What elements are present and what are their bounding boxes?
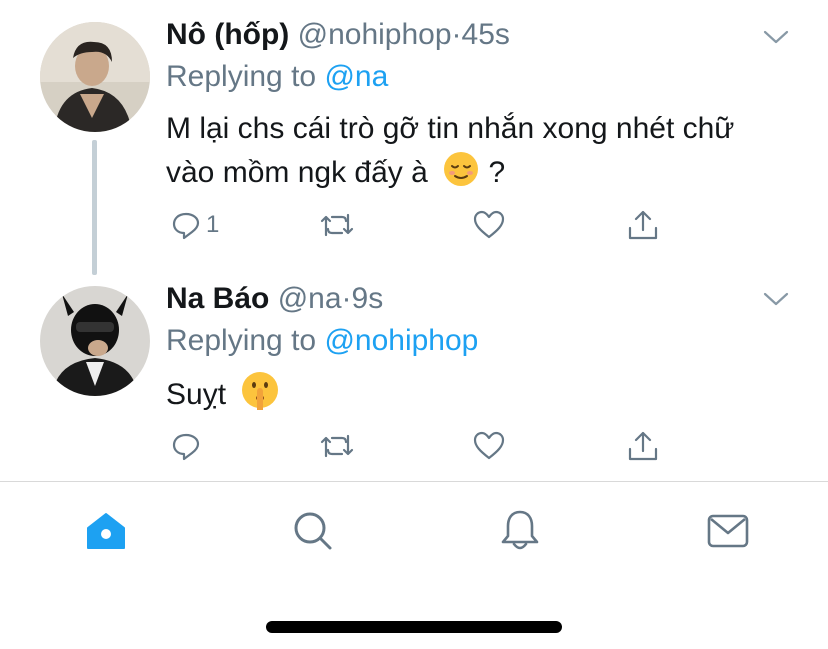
bell-icon[interactable] bbox=[498, 508, 542, 552]
reply-icon bbox=[172, 212, 200, 240]
home-indicator[interactable] bbox=[266, 621, 562, 633]
tweet-text: Suỵt bbox=[166, 370, 806, 416]
reply-count: 1 bbox=[206, 211, 220, 238]
heart-icon bbox=[473, 210, 505, 239]
replying-label: Replying to bbox=[166, 60, 325, 93]
separator-dot: · bbox=[341, 282, 352, 315]
tweet-2[interactable]: Na Báo @na·9s Replying to @nohiphop Suỵt bbox=[0, 260, 828, 480]
shushing-face-emoji-icon bbox=[242, 372, 279, 410]
replying-to: Replying to @nohiphop bbox=[166, 324, 478, 358]
tweet-actions: 1 bbox=[166, 205, 666, 245]
share-button[interactable] bbox=[626, 205, 660, 245]
search-icon[interactable] bbox=[290, 508, 334, 552]
chevron-down-icon[interactable] bbox=[762, 28, 790, 46]
tweet-text-line: M lại chs cái trò gỡ tin nhắn xong nhét … bbox=[166, 112, 735, 145]
reply-button[interactable]: 1 bbox=[170, 205, 219, 245]
retweet-button[interactable] bbox=[318, 426, 356, 466]
relieved-face-emoji-icon bbox=[444, 152, 479, 186]
retweet-button[interactable] bbox=[318, 205, 356, 245]
separator-dot: · bbox=[451, 18, 462, 51]
replying-to: Replying to @na bbox=[166, 60, 388, 94]
timestamp[interactable]: 45s bbox=[462, 18, 510, 51]
reply-button[interactable] bbox=[170, 426, 206, 466]
display-name[interactable]: Nô (hốp) bbox=[166, 18, 289, 51]
tweet-actions bbox=[166, 426, 666, 466]
tweet-header: Nô (hốp) @nohiphop·45s bbox=[166, 18, 510, 52]
thread-connector bbox=[92, 140, 97, 275]
like-button[interactable] bbox=[472, 426, 506, 466]
tab-bar bbox=[0, 482, 828, 582]
reply-icon bbox=[172, 433, 200, 461]
share-icon bbox=[628, 431, 658, 461]
like-button[interactable] bbox=[472, 205, 506, 245]
tweet-text: M lại chs cái trò gỡ tin nhắn xong nhét … bbox=[166, 108, 806, 194]
user-handle[interactable]: @na bbox=[278, 282, 342, 315]
share-button[interactable] bbox=[626, 426, 660, 466]
share-icon bbox=[628, 210, 658, 240]
mention-link[interactable]: @nohiphop bbox=[324, 324, 478, 357]
mail-icon[interactable] bbox=[706, 508, 750, 552]
tweet-text-part: vào mồm ngk đấy à bbox=[166, 156, 428, 189]
avatar[interactable] bbox=[40, 22, 150, 132]
replying-label: Replying to bbox=[166, 324, 325, 357]
heart-icon bbox=[473, 431, 505, 460]
avatar[interactable] bbox=[40, 286, 150, 396]
user-handle[interactable]: @nohiphop bbox=[298, 18, 452, 51]
tweet-text-part: Suỵt bbox=[166, 378, 227, 411]
tweet-header: Na Báo @na·9s bbox=[166, 282, 383, 316]
tweet-text-part: ? bbox=[488, 156, 506, 189]
home-icon[interactable] bbox=[84, 508, 128, 552]
display-name[interactable]: Na Báo bbox=[166, 282, 269, 315]
chevron-down-icon[interactable] bbox=[762, 290, 790, 308]
retweet-icon bbox=[320, 434, 354, 458]
mention-link[interactable]: @na bbox=[324, 60, 388, 93]
timestamp[interactable]: 9s bbox=[352, 282, 384, 315]
tweet-text-line: vào mồm ngk đấy à ? bbox=[166, 150, 806, 194]
tweet-1[interactable]: Nô (hốp) @nohiphop·45s Replying to @na M… bbox=[0, 0, 828, 275]
retweet-icon bbox=[320, 213, 354, 237]
